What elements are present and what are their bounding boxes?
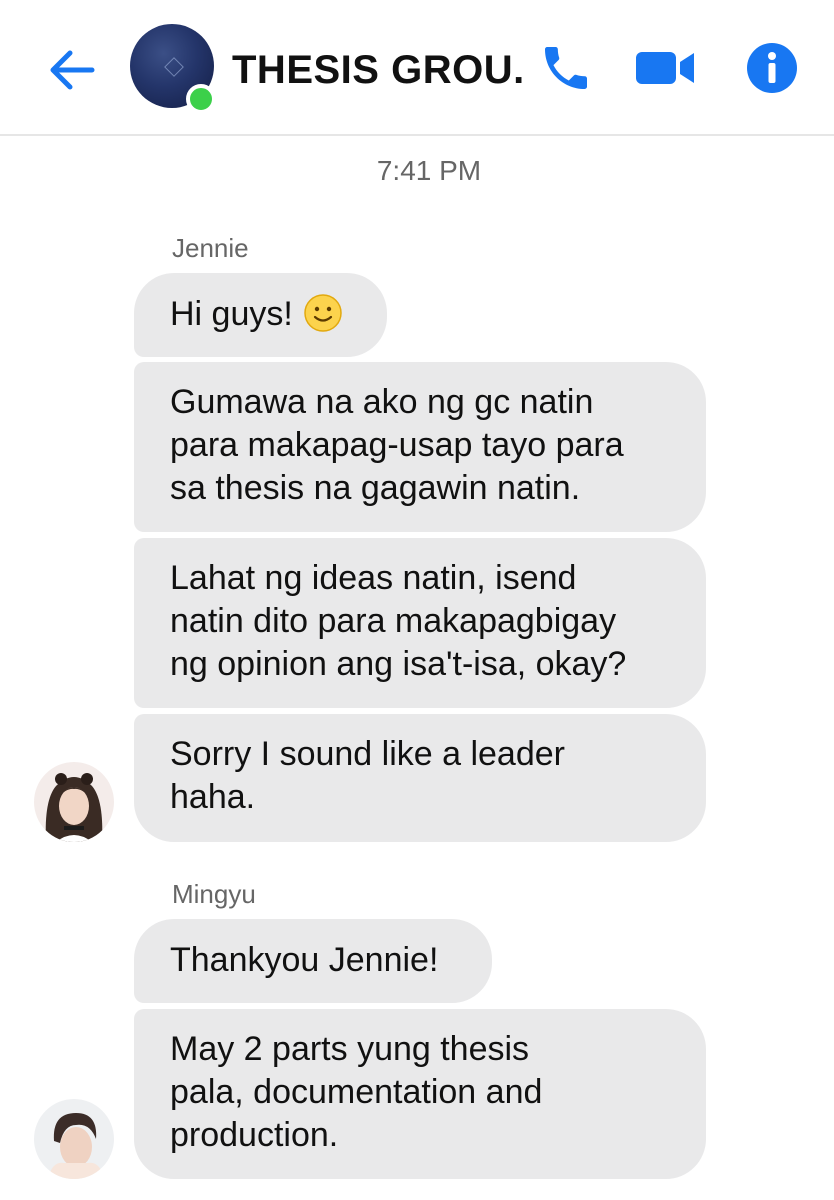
video-call-button[interactable] xyxy=(634,40,694,96)
message-bubble[interactable]: Sorry I sound like a leader haha. xyxy=(134,714,706,842)
message-bubble[interactable]: May 2 parts yung thesis pala, documentat… xyxy=(134,1009,706,1179)
message-bubble[interactable]: Thankyou Jennie! xyxy=(134,919,492,1003)
profile-photo xyxy=(34,762,114,842)
message-text: Lahat ng ideas natin, isend natin dito p… xyxy=(170,559,627,683)
arrow-left-icon xyxy=(50,50,95,90)
chat-title[interactable]: THESIS GROU... xyxy=(232,48,522,93)
message-text: May 2 parts yung thesis pala, documentat… xyxy=(170,1030,543,1154)
message-bubble[interactable]: Lahat ng ideas natin, isend natin dito p… xyxy=(134,538,706,708)
message-bubble[interactable]: Hi guys! xyxy=(134,273,387,357)
avatar[interactable] xyxy=(34,1099,114,1179)
online-status-dot xyxy=(186,84,216,114)
sender-name: Mingyu xyxy=(172,879,256,909)
info-icon xyxy=(747,43,797,93)
profile-photo xyxy=(34,1099,114,1179)
message-text: Thankyou Jennie! xyxy=(170,941,439,979)
message-bubble[interactable]: Gumawa na ako ng gc natin para makapag-u… xyxy=(134,362,706,532)
voice-call-button[interactable] xyxy=(538,40,594,96)
back-button[interactable] xyxy=(46,44,98,96)
group-avatar-button[interactable] xyxy=(130,24,216,114)
info-button[interactable] xyxy=(744,40,800,96)
sender-name: Jennie xyxy=(172,233,249,263)
smiling-face-icon xyxy=(304,294,342,332)
chat-screen: THESIS GROU... 7:41 PM Jennie Hi guys! G… xyxy=(0,0,834,1200)
message-text: Gumawa na ako ng gc natin para makapag-u… xyxy=(170,383,624,507)
avatar[interactable] xyxy=(34,762,114,842)
chat-header: THESIS GROU... xyxy=(0,0,834,136)
message-text: Sorry I sound like a leader haha. xyxy=(170,735,565,816)
message-text: Hi guys! xyxy=(170,295,293,333)
phone-icon xyxy=(545,47,587,89)
video-camera-icon xyxy=(636,52,694,84)
message-timestamp: 7:41 PM xyxy=(376,155,482,186)
